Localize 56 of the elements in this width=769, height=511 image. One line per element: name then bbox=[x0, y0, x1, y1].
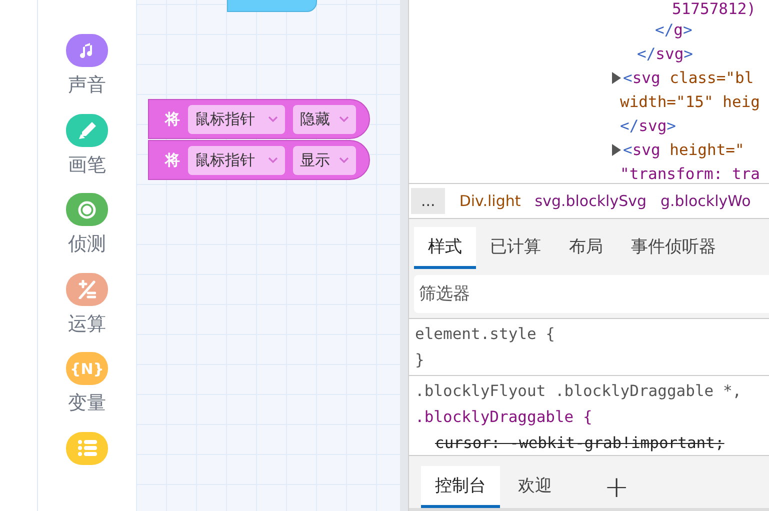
tab[interactable]: 样式 bbox=[414, 227, 476, 269]
css-line: .blocklyDraggable { bbox=[415, 407, 594, 428]
scrollbar[interactable] bbox=[400, 0, 408, 511]
category-label: 画笔 bbox=[68, 152, 106, 176]
category-label: 声音 bbox=[68, 73, 106, 97]
code-line: </svg> bbox=[637, 44, 694, 65]
tab[interactable]: 已计算 bbox=[476, 227, 555, 269]
block-label: 将 bbox=[165, 110, 180, 128]
category-button[interactable] bbox=[66, 432, 108, 464]
tab[interactable]: 事件侦听器 bbox=[617, 227, 730, 269]
music-note-icon bbox=[80, 43, 94, 58]
pen-icon bbox=[78, 122, 96, 138]
category-button[interactable] bbox=[66, 272, 108, 306]
category-label: 运算 bbox=[68, 312, 106, 336]
category-label: 变量 bbox=[68, 391, 106, 415]
tab[interactable]: 欢迎 bbox=[504, 466, 566, 508]
ring-icon bbox=[78, 200, 96, 218]
block-label: 将 bbox=[165, 150, 180, 170]
variable-icon: {N} bbox=[70, 360, 104, 378]
dropdown-field[interactable]: 鼠标指针 bbox=[188, 146, 285, 174]
list-icon bbox=[78, 440, 96, 456]
dropdown-field[interactable]: 鼠标指针 bbox=[188, 104, 285, 134]
caret-icon bbox=[338, 156, 350, 164]
expand-triangle-icon[interactable] bbox=[611, 71, 622, 85]
breadcrumb[interactable]: Div.light bbox=[459, 192, 521, 210]
breadcrumb[interactable]: svg.blocklySvg bbox=[534, 192, 647, 210]
add-tab-button[interactable]: + bbox=[600, 466, 634, 508]
category-button[interactable] bbox=[66, 114, 108, 146]
more-button[interactable]: ... bbox=[411, 188, 446, 214]
caret-icon bbox=[267, 156, 279, 164]
category-button[interactable] bbox=[66, 193, 108, 226]
code-line: <svg height=" bbox=[623, 140, 744, 161]
breadcrumb[interactable]: g.blocklyWo bbox=[660, 192, 751, 210]
tab[interactable]: 控制台 bbox=[421, 466, 500, 508]
filter-field[interactable]: 筛选器 bbox=[414, 275, 769, 313]
css-line: } bbox=[415, 350, 426, 371]
category-button[interactable] bbox=[66, 34, 108, 67]
dropdown-field[interactable]: 隐藏 bbox=[293, 104, 356, 134]
code-line: </g> bbox=[655, 20, 692, 41]
expand-triangle-icon[interactable] bbox=[611, 143, 622, 157]
code-line: 51757812) bbox=[672, 0, 756, 18]
code-line: "transform: tra bbox=[620, 164, 760, 183]
code-block[interactable]: 将 鼠标指针 显示 bbox=[148, 140, 370, 180]
code-block[interactable]: 将 鼠标指针 隐藏 bbox=[148, 99, 370, 139]
category-label: 侦测 bbox=[68, 232, 106, 256]
css-line: .blocklyFlyout .blocklyDraggable *, bbox=[415, 381, 743, 402]
code-line: </svg> bbox=[620, 116, 676, 137]
code-line: width="15" heig bbox=[620, 92, 760, 113]
caret-icon bbox=[267, 115, 279, 123]
code-line: <svg class="bl bbox=[623, 68, 754, 89]
plus-equals-icon bbox=[78, 280, 96, 298]
css-line: cursor: -webkit-grab!important; bbox=[434, 433, 726, 454]
tab[interactable]: 布局 bbox=[555, 227, 617, 269]
css-line: element.style { bbox=[415, 324, 556, 345]
dropdown-field[interactable]: 显示 bbox=[293, 146, 356, 174]
caret-icon bbox=[338, 115, 350, 123]
